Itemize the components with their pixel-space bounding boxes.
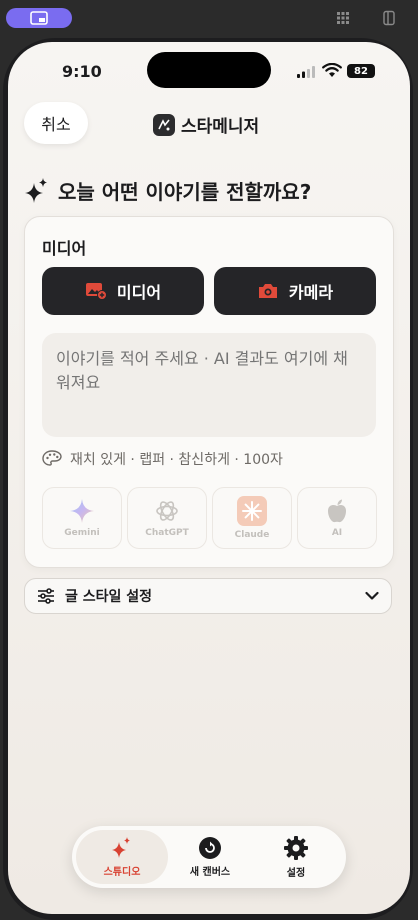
ai-model-apple-button[interactable]: AI — [297, 487, 377, 549]
chatgpt-icon — [156, 501, 178, 521]
gemini-icon — [70, 499, 94, 523]
sparkle-icon — [25, 177, 47, 203]
screen-share-icon — [30, 11, 48, 25]
screen-share-button[interactable] — [6, 8, 72, 28]
app-logo-icon — [153, 113, 175, 136]
bottom-tab-bar: 스튜디오 새 캔버스 설정 — [72, 826, 346, 888]
tab-settings[interactable]: 설정 — [250, 830, 342, 884]
sparkle-icon — [112, 837, 130, 858]
media-button[interactable]: 미디어 — [42, 267, 204, 315]
app-screen: 9:10 82 취소 스타메니저 오늘 어떤 이야기를 전할까요? 미디어 미디… — [8, 42, 410, 914]
ai-model-gemini-button[interactable]: Gemini — [42, 487, 122, 549]
style-settings-label: 글 스타일 설정 — [65, 589, 153, 605]
camera-icon — [258, 284, 277, 298]
cellular-signal-icon — [297, 66, 315, 78]
camera-button[interactable]: 카메라 — [214, 267, 376, 315]
ai-model-label: Gemini — [64, 528, 100, 538]
wifi-icon — [322, 63, 342, 77]
cancel-button[interactable]: 취소 — [24, 102, 88, 144]
ai-model-claude-button[interactable]: Claude — [212, 487, 292, 549]
app-name: 스타메니저 — [181, 117, 260, 137]
tab-label: 스튜디오 — [103, 867, 141, 878]
browser-top-strip — [0, 0, 418, 36]
gear-icon — [284, 836, 308, 860]
claude-icon — [237, 496, 267, 526]
sliders-icon — [38, 588, 54, 604]
ai-model-label: AI — [331, 528, 343, 538]
ai-model-label: ChatGPT — [145, 528, 189, 538]
palette-icon — [42, 450, 62, 466]
app-brand: 스타메니저 — [153, 112, 259, 137]
battery-indicator: 82 — [347, 64, 375, 78]
style-settings-dropdown[interactable]: 글 스타일 설정 — [24, 578, 392, 614]
media-button-label: 미디어 — [116, 283, 162, 302]
ai-model-label: Claude — [234, 530, 270, 540]
status-bar: 9:10 82 — [8, 42, 410, 98]
add-photo-icon — [85, 283, 107, 300]
page-title: 오늘 어떤 이야기를 전할까요? — [58, 180, 312, 204]
chevron-down-icon — [365, 591, 379, 600]
style-summary-text: 재치 있게 · 랩퍼 · 참신하게 · 100자 — [70, 452, 283, 468]
battery-level: 82 — [354, 65, 368, 77]
tab-studio[interactable]: 스튜디오 — [76, 830, 168, 884]
apple-icon — [328, 499, 346, 523]
prompt-heading: 오늘 어떤 이야기를 전할까요? — [24, 176, 311, 205]
tab-new-canvas[interactable]: 새 캔버스 — [164, 830, 256, 884]
tab-label: 새 캔버스 — [189, 867, 231, 878]
style-summary-row: 재치 있게 · 랩퍼 · 참신하게 · 100자 — [42, 449, 283, 469]
ai-model-chatgpt-button[interactable]: ChatGPT — [127, 487, 207, 549]
tab-label: 설정 — [286, 868, 306, 879]
grid-icon[interactable] — [335, 10, 351, 26]
media-section-label: 미디어 — [42, 239, 87, 258]
new-canvas-icon — [199, 837, 221, 859]
dynamic-island — [147, 52, 271, 88]
compose-card: 미디어 미디어 카메라 재치 있 — [24, 216, 394, 568]
sidebar-panel-icon[interactable] — [381, 10, 397, 26]
status-time: 9:10 — [62, 62, 102, 81]
camera-button-label: 카메라 — [288, 283, 334, 302]
story-input[interactable] — [42, 333, 376, 437]
